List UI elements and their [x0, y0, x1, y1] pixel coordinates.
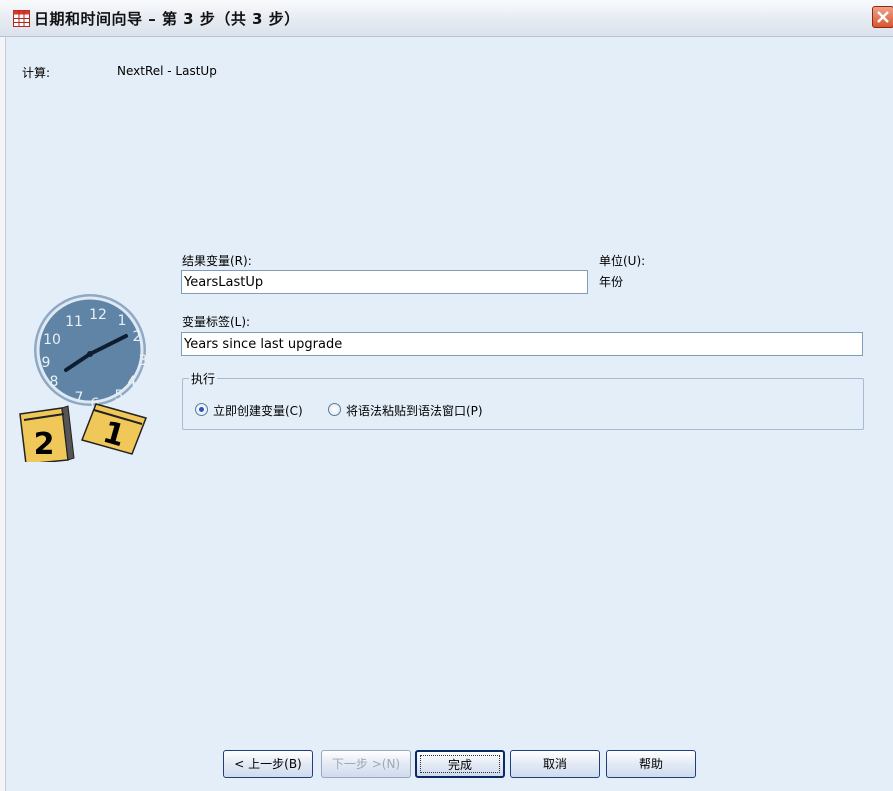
spreadsheet-icon	[13, 10, 30, 27]
calculation-label: 计算:	[22, 66, 51, 80]
close-icon	[877, 11, 889, 23]
unit-value[interactable]: 年份	[599, 273, 623, 290]
clock-number: 11	[65, 314, 83, 330]
paste-syntax-radio[interactable]	[328, 403, 341, 416]
clock-number: 2	[133, 329, 142, 345]
result-variable-label: 结果变量(R):	[182, 254, 252, 268]
clock-number: 7	[75, 390, 84, 406]
clock-icon: 1 2 3 4 5 6 7 8 9 10 11 12	[34, 294, 147, 412]
calendar-page-left: 2	[34, 427, 55, 462]
title-bar: 日期和时间向导 – 第 3 步（共 3 步）	[0, 0, 893, 37]
clock-number: 10	[43, 332, 61, 348]
create-variable-radio[interactable]	[195, 403, 208, 416]
variable-label-input[interactable]: Years since last upgrade	[181, 332, 863, 356]
cancel-button[interactable]: 取消	[510, 750, 600, 778]
window-title: 日期和时间向导 – 第 3 步（共 3 步）	[34, 10, 300, 28]
paste-syntax-label[interactable]: 将语法粘贴到语法窗口(P)	[346, 402, 483, 419]
clock-number: 3	[139, 353, 148, 369]
next-button[interactable]: 下一步 >(N)	[321, 750, 411, 778]
calculation-expression: NextRel - LastUp	[117, 64, 217, 78]
date-time-wizard-window: 日期和时间向导 – 第 3 步（共 3 步） 计算: NextRel - Las…	[0, 0, 893, 791]
calendar-icon: 2 1	[19, 403, 147, 462]
clock-number: 4	[128, 374, 137, 390]
clock-number: 9	[42, 355, 51, 371]
clock-number: 1	[118, 313, 127, 329]
clock-number: 8	[50, 374, 59, 390]
result-variable-input[interactable]: YearsLastUp	[181, 270, 588, 294]
clock-calendar-illustration: 1 2 3 4 5 6 7 8 9 10 11 12 2 1	[19, 294, 147, 462]
back-button[interactable]: < 上一步(B)	[223, 750, 313, 778]
finish-button[interactable]: 完成	[415, 750, 505, 778]
create-variable-label[interactable]: 立即创建变量(C)	[213, 402, 303, 419]
execute-group-title: 执行	[189, 370, 218, 387]
unit-label: 单位(U):	[599, 254, 646, 268]
help-button[interactable]: 帮助	[606, 750, 696, 778]
variable-label-label: 变量标签(L):	[182, 315, 251, 329]
clock-number: 5	[115, 388, 124, 404]
focus-rectangle	[420, 755, 500, 773]
close-button[interactable]	[872, 6, 893, 28]
clock-number: 12	[89, 307, 107, 323]
